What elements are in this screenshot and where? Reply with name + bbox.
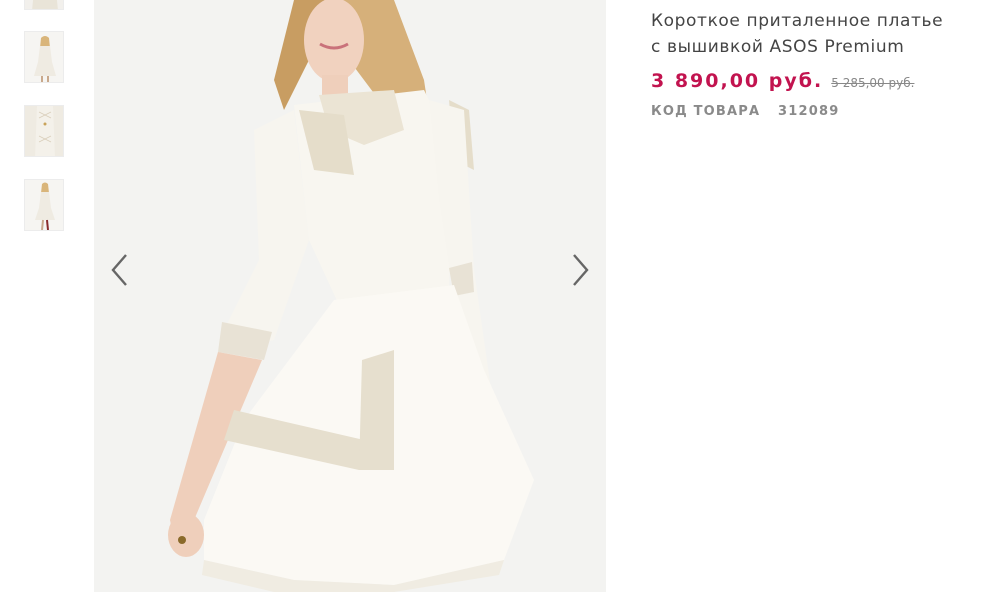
old-price: 5 285,00 руб. (831, 76, 915, 90)
thumbnail-4[interactable] (24, 179, 64, 231)
product-info: Короткое приталенное платье с вышивкой A… (651, 8, 951, 119)
chevron-right-icon (573, 254, 589, 286)
thumbnail-2[interactable] (24, 31, 64, 83)
thumbnail-1[interactable] (24, 0, 64, 10)
sku-value: 312089 (778, 104, 840, 119)
thumbnail-3[interactable] (24, 105, 64, 157)
chevron-left-icon (111, 254, 127, 286)
product-title: Короткое приталенное платье с вышивкой A… (651, 11, 944, 57)
sku-row: КОД ТОВАРА 312089 (651, 104, 951, 119)
sku-label: КОД ТОВАРА (651, 104, 761, 119)
price-row: 3 890,00 руб. 5 285,00 руб. (651, 70, 951, 92)
previous-image-button[interactable] (105, 250, 135, 290)
product-image (94, 0, 606, 592)
current-price: 3 890,00 руб. (651, 70, 824, 92)
next-image-button[interactable] (565, 250, 595, 290)
